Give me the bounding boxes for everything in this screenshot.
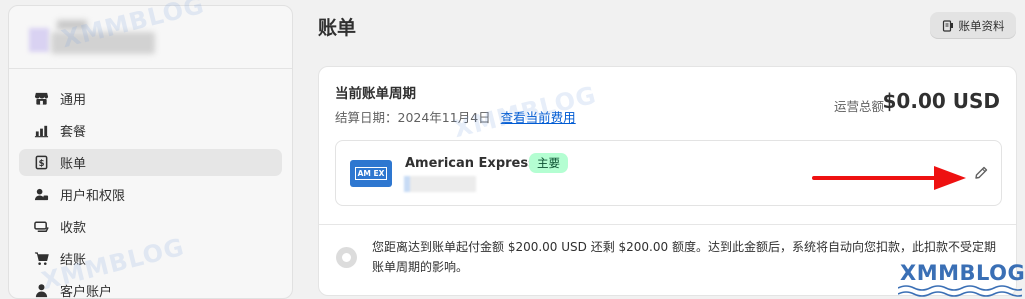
store-header[interactable]	[9, 6, 292, 69]
sidebar-item-label: 通用	[60, 93, 87, 108]
store-icon	[33, 91, 49, 107]
sidebar-item-payments[interactable]: 收款	[19, 213, 282, 240]
sidebar-item-label: 结账	[60, 253, 87, 268]
primary-badge: 主要	[529, 153, 568, 173]
billing-profile-label: 账单资料	[958, 18, 1005, 33]
card-number-blurred	[404, 176, 476, 192]
document-icon	[942, 19, 953, 32]
total-label: 运营总额	[833, 99, 884, 114]
sidebar-item-label: 用户和权限	[60, 189, 126, 204]
svg-text:$: $	[38, 158, 44, 168]
amex-logo-icon: AM EX	[350, 160, 392, 187]
billing-icon: $	[33, 155, 49, 171]
sidebar-item-label: 客户账户	[60, 285, 113, 299]
watermark-logo-text: XMMBLOG	[900, 261, 1025, 285]
store-avatar	[29, 28, 49, 52]
total-amount: $0.00 USD	[882, 89, 1000, 113]
settings-nav: 通用 套餐 $ 账单 用户和权限 收款 结账 客户账户	[9, 69, 292, 299]
store-name-blurred-top	[57, 20, 87, 30]
store-name-blurred	[51, 32, 155, 54]
billing-date-text: 结算日期：2024年11月4日	[335, 110, 491, 125]
users-icon	[33, 187, 49, 203]
red-arrow-annotation	[812, 166, 966, 190]
card-brand-name: American Express	[405, 156, 536, 171]
sidebar-item-label: 套餐	[60, 125, 87, 140]
sidebar-item-plan[interactable]: 套餐	[19, 117, 282, 144]
sidebar-item-general[interactable]: 通用	[19, 85, 282, 112]
divider	[319, 224, 1016, 225]
billing-date: 结算日期：2024年11月4日 查看当前费用	[335, 107, 576, 126]
plan-icon	[33, 123, 49, 139]
page-title: 账单	[318, 17, 357, 39]
watermark-waves-icon	[898, 285, 1022, 297]
billing-profile-button[interactable]: 账单资料	[930, 12, 1016, 39]
amex-logo-text: AM EX	[354, 167, 388, 180]
edit-pencil-icon[interactable]	[973, 165, 989, 181]
settings-sidebar: 通用 套餐 $ 账单 用户和权限 收款 结账 客户账户	[8, 5, 293, 299]
sidebar-item-customer-accounts[interactable]: 客户账户	[19, 277, 282, 299]
billing-cycle-title: 当前账单周期	[335, 86, 416, 102]
payments-icon	[33, 219, 49, 235]
progress-circle-icon	[336, 247, 357, 268]
cart-icon	[33, 251, 49, 267]
sidebar-item-label: 收款	[60, 221, 87, 236]
sidebar-item-label: 账单	[60, 157, 87, 172]
person-icon	[33, 283, 49, 299]
sidebar-item-billing[interactable]: $ 账单	[19, 149, 282, 176]
view-current-charges-link[interactable]: 查看当前费用	[501, 110, 576, 125]
sidebar-item-users[interactable]: 用户和权限	[19, 181, 282, 208]
sidebar-item-checkout[interactable]: 结账	[19, 245, 282, 272]
